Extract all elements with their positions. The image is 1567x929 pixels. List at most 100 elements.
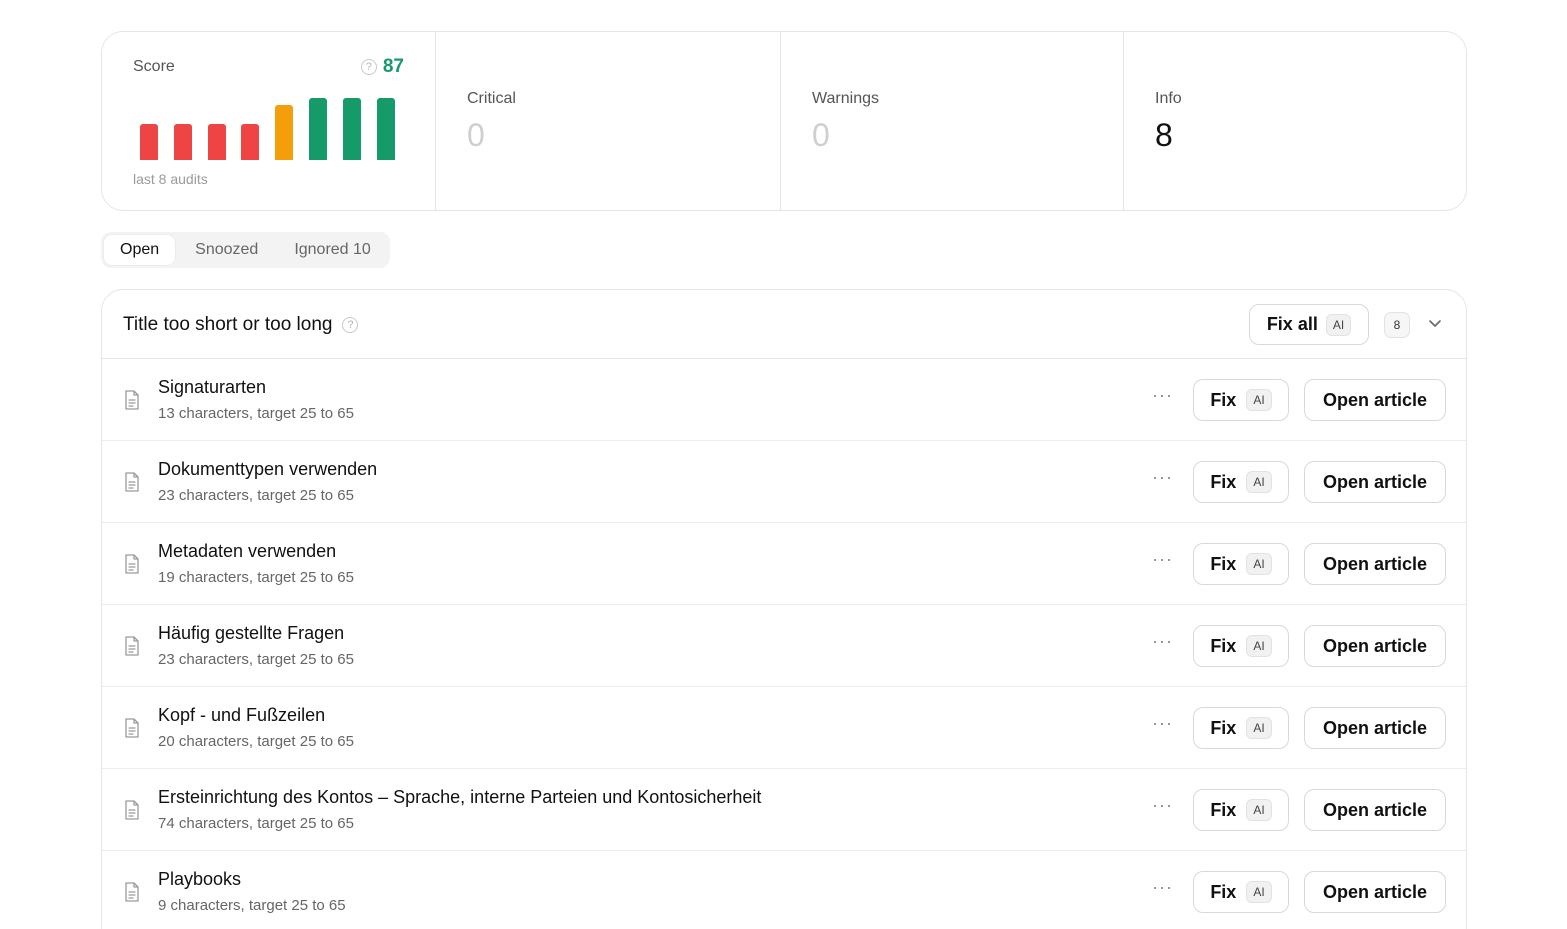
- issue-group-title: Title too short or too long: [123, 314, 333, 335]
- fix-button[interactable]: Fix AI: [1193, 789, 1289, 831]
- audits-label: last 8 audits: [133, 171, 208, 187]
- critical-value: 0: [467, 117, 485, 153]
- tab-ignored[interactable]: Ignored 10: [278, 235, 387, 265]
- list-item: Signaturarten 13 characters, target 25 t…: [102, 359, 1466, 441]
- fix-button[interactable]: Fix AI: [1193, 707, 1289, 749]
- ai-badge: AI: [1246, 881, 1272, 903]
- list-item: Playbooks 9 characters, target 25 to 65 …: [102, 851, 1466, 929]
- fix-label: Fix: [1210, 881, 1237, 902]
- fix-label: Fix: [1210, 635, 1237, 656]
- list-item: Metadaten verwenden 19 characters, targe…: [102, 523, 1466, 605]
- ai-badge: AI: [1325, 313, 1352, 336]
- open-article-button[interactable]: Open article: [1304, 379, 1446, 421]
- fix-label: Fix: [1210, 799, 1237, 820]
- more-options-icon[interactable]: ···: [1152, 549, 1173, 570]
- article-title: Kopf - und Fußzeilen: [158, 705, 326, 725]
- article-subtitle: 23 characters, target 25 to 65: [158, 651, 354, 668]
- more-options-icon[interactable]: ···: [1152, 631, 1173, 652]
- fix-label: Fix: [1210, 471, 1237, 492]
- document-icon: [125, 554, 139, 574]
- info-card: Info 8: [1124, 32, 1466, 210]
- info-label: Info: [1155, 90, 1182, 107]
- issue-group-header[interactable]: Title too short or too long ? Fix all AI…: [102, 290, 1466, 359]
- article-subtitle: 19 characters, target 25 to 65: [158, 569, 354, 586]
- open-article-button[interactable]: Open article: [1304, 625, 1446, 667]
- stats-panel: Score ? 87 last 8 audits Critical 0 Warn…: [101, 31, 1467, 211]
- info-value: 8: [1155, 117, 1173, 153]
- article-title: Signaturarten: [158, 377, 267, 397]
- article-title: Metadaten verwenden: [158, 541, 337, 561]
- list-item: Dokumenttypen verwenden 23 characters, t…: [102, 441, 1466, 523]
- article-title: Ersteinrichtung des Kontos – Sprache, in…: [158, 787, 762, 807]
- ai-badge: AI: [1246, 553, 1272, 575]
- score-value: 87: [382, 56, 404, 77]
- open-article-button[interactable]: Open article: [1304, 543, 1446, 585]
- article-subtitle: 74 characters, target 25 to 65: [158, 815, 354, 832]
- score-bar: [140, 124, 158, 160]
- article-subtitle: 20 characters, target 25 to 65: [158, 733, 354, 750]
- issue-group-title-wrap: Title too short or too long ?: [123, 314, 359, 336]
- fix-button[interactable]: Fix AI: [1193, 543, 1289, 585]
- article-title: Dokumenttypen verwenden: [158, 459, 378, 479]
- document-icon: [125, 882, 139, 902]
- document-icon: [125, 390, 139, 410]
- document-icon: [125, 472, 139, 492]
- score-value-group: ? 87: [360, 56, 404, 78]
- list-item: Häufig gestellte Fragen 23 characters, t…: [102, 605, 1466, 687]
- score-card: Score ? 87 last 8 audits: [102, 32, 436, 210]
- issue-list: Signaturarten 13 characters, target 25 t…: [102, 359, 1466, 929]
- document-icon: [125, 636, 139, 656]
- open-article-button[interactable]: Open article: [1304, 789, 1446, 831]
- score-bar: [377, 98, 395, 160]
- score-label: Score: [133, 58, 175, 75]
- fix-label: Fix: [1210, 717, 1237, 738]
- more-options-icon[interactable]: ···: [1152, 877, 1173, 898]
- document-icon: [125, 800, 139, 820]
- document-icon: [125, 718, 139, 738]
- score-bar: [343, 98, 361, 160]
- score-bar: [208, 124, 226, 160]
- help-icon[interactable]: ?: [342, 317, 359, 333]
- fix-button[interactable]: Fix AI: [1193, 379, 1289, 421]
- fix-label: Fix: [1210, 553, 1237, 574]
- warnings-value: 0: [812, 117, 830, 153]
- more-options-icon[interactable]: ···: [1152, 385, 1173, 406]
- fix-button[interactable]: Fix AI: [1193, 625, 1289, 667]
- critical-label: Critical: [467, 90, 516, 107]
- fix-button[interactable]: Fix AI: [1193, 871, 1289, 913]
- score-bar: [309, 98, 327, 160]
- more-options-icon[interactable]: ···: [1152, 795, 1173, 816]
- tab-snoozed[interactable]: Snoozed: [179, 235, 274, 265]
- ai-badge: AI: [1246, 389, 1272, 411]
- open-article-button[interactable]: Open article: [1304, 461, 1446, 503]
- ai-badge: AI: [1246, 717, 1272, 739]
- more-options-icon[interactable]: ···: [1152, 467, 1173, 488]
- issue-count-badge: 8: [1384, 312, 1410, 338]
- more-options-icon[interactable]: ···: [1152, 713, 1173, 734]
- warnings-label: Warnings: [812, 90, 879, 107]
- issue-group: Title too short or too long ? Fix all AI…: [101, 289, 1467, 929]
- help-icon[interactable]: ?: [360, 59, 377, 75]
- article-subtitle: 13 characters, target 25 to 65: [158, 405, 354, 422]
- score-bar: [241, 124, 259, 160]
- warnings-card: Warnings 0: [781, 32, 1124, 210]
- open-article-button[interactable]: Open article: [1304, 871, 1446, 913]
- list-item: Ersteinrichtung des Kontos – Sprache, in…: [102, 769, 1466, 851]
- open-article-button[interactable]: Open article: [1304, 707, 1446, 749]
- status-tabs: Open Snoozed Ignored 10: [101, 232, 390, 268]
- ai-badge: AI: [1246, 635, 1272, 657]
- score-history-chart: [140, 96, 400, 160]
- article-title: Häufig gestellte Fragen: [158, 623, 345, 643]
- article-subtitle: 9 characters, target 25 to 65: [158, 897, 346, 914]
- critical-card: Critical 0: [436, 32, 781, 210]
- fix-all-button[interactable]: Fix all AI: [1249, 304, 1369, 345]
- fix-all-label: Fix all: [1266, 314, 1318, 334]
- article-subtitle: 23 characters, target 25 to 65: [158, 487, 354, 504]
- fix-button[interactable]: Fix AI: [1193, 461, 1289, 503]
- article-title: Playbooks: [158, 869, 242, 889]
- ai-badge: AI: [1246, 799, 1272, 821]
- tab-open[interactable]: Open: [104, 235, 176, 265]
- chevron-down-icon[interactable]: [1428, 316, 1442, 330]
- ai-badge: AI: [1246, 471, 1272, 493]
- list-item: Kopf - und Fußzeilen 20 characters, targ…: [102, 687, 1466, 769]
